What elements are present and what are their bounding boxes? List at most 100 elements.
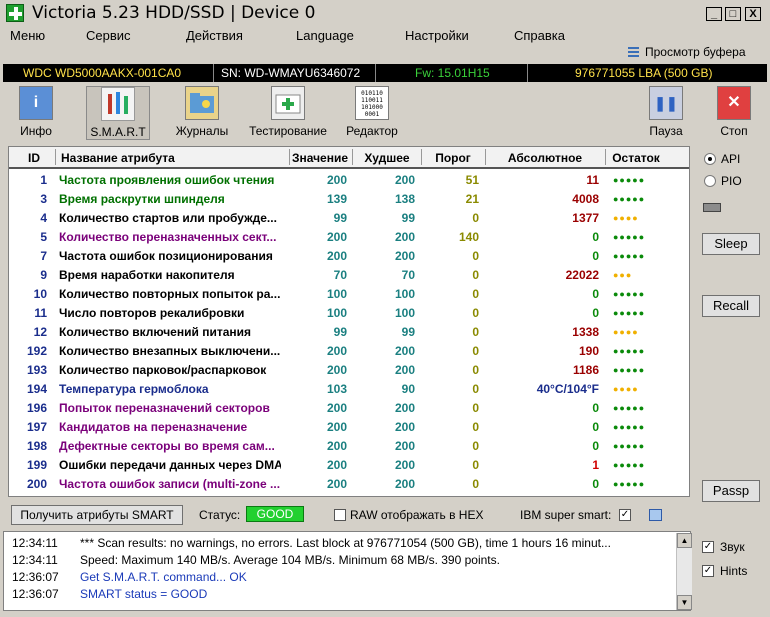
table-row[interactable]: 197 Кандидатов на переназначение 200 200 0 0 ●… — [9, 418, 689, 437]
pause-button[interactable]: ❚❚ Пауза — [644, 86, 688, 138]
menu-settings[interactable]: Настройки — [405, 28, 469, 43]
attr-health-dots: ●●●●● — [613, 232, 646, 242]
device-serial: SN: WD-WMAYU6346072 — [221, 66, 361, 80]
hints-checkbox[interactable]: ✓ — [702, 565, 714, 577]
attr-raw: 4008 — [572, 192, 599, 206]
header-threshold[interactable]: Порог — [421, 151, 485, 165]
attr-value: 200 — [326, 420, 347, 434]
ibm-checkbox[interactable]: ✓ — [619, 509, 631, 521]
table-row[interactable]: 11 Число повторов рекалибровки 100 100 0 0 ●●●… — [9, 304, 689, 323]
attr-name: Количество стартов или пробужде... — [59, 211, 277, 225]
smart-button[interactable]: S.M.A.R.T — [86, 86, 150, 140]
buffer-view-link[interactable]: Просмотр буфера — [628, 45, 746, 59]
attr-value: 200 — [326, 363, 347, 377]
table-row[interactable]: 199 Ошибки передачи данных через DMA 200 20… — [9, 456, 689, 475]
attr-name: Частота ошибок записи (multi-zone ... — [59, 477, 281, 491]
maximize-button[interactable]: □ — [725, 7, 741, 21]
column-divider — [55, 149, 56, 165]
table-row[interactable]: 194 Температура гермоблока 103 90 0 40°C/104°… — [9, 380, 689, 399]
attr-health-dots: ●●●●● — [613, 460, 646, 470]
api-radio[interactable] — [704, 153, 716, 165]
hints-label: Hints — [720, 564, 748, 578]
passp-button[interactable]: Passp — [702, 480, 760, 502]
sound-checkbox[interactable]: ✓ — [702, 541, 714, 553]
attr-worst: 99 — [401, 211, 415, 225]
info-icon: i — [19, 86, 53, 120]
attr-threshold: 0 — [472, 458, 479, 472]
table-row[interactable]: 1 Частота проявления ошибок чтения 200 200 5… — [9, 171, 689, 190]
table-row[interactable]: 10 Количество повторных попыток ра... 100 1… — [9, 285, 689, 304]
close-window-button[interactable]: X — [745, 7, 761, 21]
header-raw[interactable]: Абсолютное — [485, 151, 605, 165]
title-bar: Victoria 5.23 HDD/SSD | Device 0 _ □ X — [0, 0, 770, 28]
attr-worst: 200 — [394, 439, 415, 453]
sleep-button[interactable]: Sleep — [702, 233, 760, 255]
menu-language[interactable]: Language — [296, 28, 354, 43]
attr-worst: 99 — [401, 325, 415, 339]
stop-label: Стоп — [720, 124, 748, 138]
pio-radio[interactable] — [704, 175, 716, 187]
table-row[interactable]: 12 Количество включений питания 99 99 0 1338 ●… — [9, 323, 689, 342]
first-aid-icon — [271, 86, 305, 120]
recall-button[interactable]: Recall — [702, 295, 760, 317]
stop-button[interactable]: ✕ Стоп — [712, 86, 756, 138]
table-row[interactable]: 3 Время раскрутки шпинделя 139 138 21 4008 ●●●… — [9, 190, 689, 209]
attr-name: Количество включений питания — [59, 325, 251, 339]
attr-raw: 0 — [592, 477, 599, 491]
attr-value: 200 — [326, 439, 347, 453]
color-swatch[interactable] — [649, 509, 662, 521]
ibm-label: IBM super smart: — [520, 508, 612, 522]
log-panel[interactable]: 12:34:11 *** Scan results: no warnings, n… — [3, 531, 692, 611]
header-id[interactable]: ID — [19, 151, 49, 165]
editor-button[interactable]: 010110 110011 101000 0001 Редактор — [342, 86, 402, 138]
attr-name: Температура гермоблока — [59, 382, 209, 396]
attr-threshold: 0 — [472, 420, 479, 434]
header-name[interactable]: Название атрибута — [61, 151, 221, 165]
attr-name: Частота проявления ошибок чтения — [59, 173, 275, 187]
header-remaining[interactable]: Остаток — [605, 151, 667, 165]
menu-service[interactable]: Сервис — [86, 28, 131, 43]
table-row[interactable]: 4 Количество стартов или пробужде... 99 99 0… — [9, 209, 689, 228]
table-row[interactable]: 5 Количество переназначенных сект... 200 20… — [9, 228, 689, 247]
attr-raw: 1 — [592, 458, 599, 472]
header-worst[interactable]: Худшее — [353, 151, 421, 165]
smart-table[interactable]: ID Название атрибута Значение Худшее Пор… — [8, 146, 690, 497]
stop-icon: ✕ — [717, 86, 751, 120]
testing-label: Тестирование — [249, 124, 327, 138]
menu-main[interactable]: Меню — [10, 28, 45, 43]
header-value[interactable]: Значение — [289, 151, 351, 165]
raw-hex-checkbox[interactable] — [334, 509, 346, 521]
table-row[interactable]: 198 Дефектные секторы во время сам... 200 2… — [9, 437, 689, 456]
buffer-view-label: Просмотр буфера — [645, 45, 746, 59]
status-label: Статус: — [199, 508, 241, 522]
attr-value: 200 — [326, 173, 347, 187]
table-row[interactable]: 192 Количество внезапных выключени... 200 2… — [9, 342, 689, 361]
attr-threshold: 0 — [472, 306, 479, 320]
table-row[interactable]: 196 Попыток переназначений секторов 200 200… — [9, 399, 689, 418]
pio-label: PIO — [721, 174, 742, 188]
attr-value: 99 — [333, 325, 347, 339]
table-row[interactable]: 7 Частота ошибок позиционирования 200 200 0 0… — [9, 247, 689, 266]
scroll-up-icon[interactable]: ▲ — [677, 533, 692, 548]
attr-name: Время раскрутки шпинделя — [59, 192, 225, 206]
log-scrollbar[interactable]: ▲ ▼ — [676, 533, 692, 610]
menu-help[interactable]: Справка — [514, 28, 565, 43]
info-button[interactable]: i Инфо — [8, 86, 64, 138]
get-smart-button[interactable]: Получить атрибуты SMART — [11, 505, 183, 525]
attr-threshold: 0 — [472, 382, 479, 396]
attr-worst: 200 — [394, 249, 415, 263]
minimize-button[interactable]: _ — [706, 7, 722, 21]
attr-worst: 200 — [394, 420, 415, 434]
scroll-down-icon[interactable]: ▼ — [677, 595, 692, 610]
menu-actions[interactable]: Действия — [186, 28, 243, 43]
log-line: 12:36:07 SMART status = GOOD — [12, 587, 207, 601]
table-row[interactable]: 193 Количество парковок/распарковок 200 200… — [9, 361, 689, 380]
test-tubes-icon — [101, 87, 135, 121]
device-info-bar: WDC WD5000AAKX-001CA0 SN: WD-WMAYU634607… — [3, 64, 767, 82]
table-row[interactable]: 9 Время наработки накопителя 70 70 0 22022 ●●● — [9, 266, 689, 285]
log-time: 12:36:07 — [12, 570, 59, 584]
logs-button[interactable]: Журналы — [172, 86, 232, 138]
testing-button[interactable]: Тестирование — [246, 86, 330, 138]
table-row[interactable]: 200 Частота ошибок записи (multi-zone ...… — [9, 475, 689, 494]
attr-name: Ошибки передачи данных через DMA — [59, 458, 281, 472]
